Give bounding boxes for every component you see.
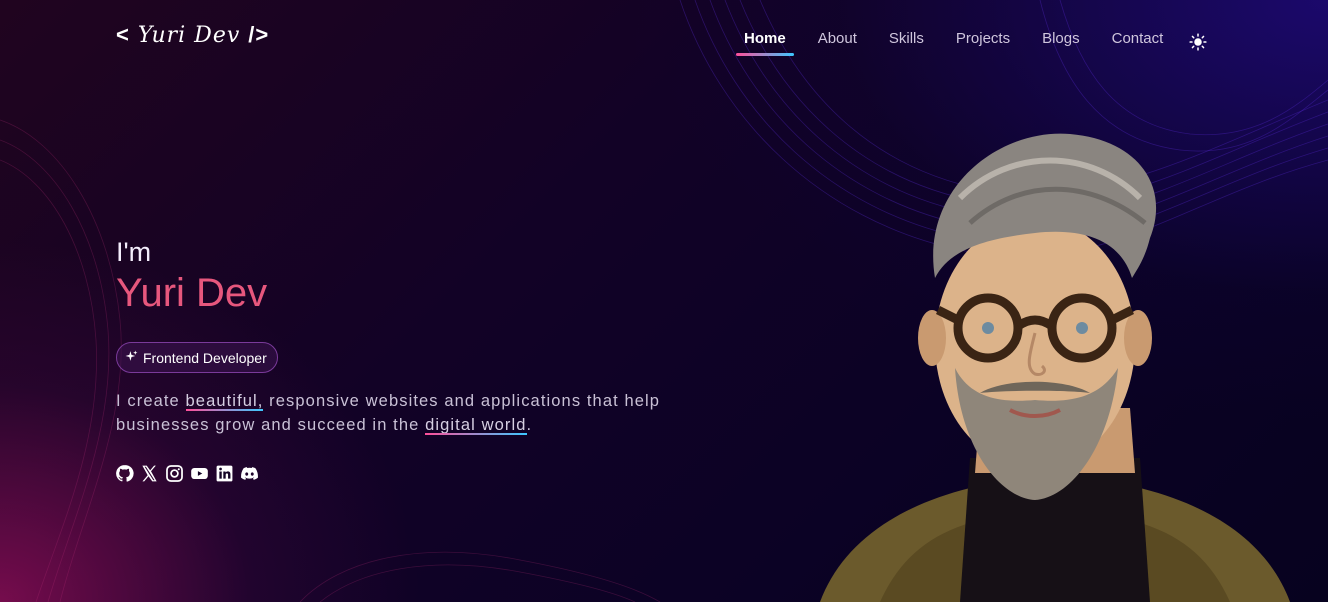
role-badge: Frontend Developer xyxy=(116,342,278,373)
description-highlight-digital-world: digital world xyxy=(425,416,527,434)
sun-icon[interactable] xyxy=(1189,32,1207,51)
youtube-icon[interactable] xyxy=(190,464,209,483)
nav-skills[interactable]: Skills xyxy=(881,28,932,55)
nav-about[interactable]: About xyxy=(810,28,865,55)
social-links xyxy=(115,464,259,483)
hero-name: Yuri Dev xyxy=(116,271,268,315)
github-icon[interactable] xyxy=(115,464,134,483)
nav-blogs[interactable]: Blogs xyxy=(1034,28,1088,55)
hero-description: I create beautiful, responsive websites … xyxy=(116,389,736,437)
logo-close-bracket: /> xyxy=(248,22,270,47)
instagram-icon[interactable] xyxy=(165,464,184,483)
hero-greeting: I'm xyxy=(116,237,152,267)
sparkle-icon xyxy=(125,350,138,366)
description-highlight-beautiful: beautiful, xyxy=(185,392,264,410)
description-text-1: I create xyxy=(116,392,186,410)
description-text-3: . xyxy=(526,416,533,434)
linkedin-icon[interactable] xyxy=(215,464,234,483)
nav-home[interactable]: Home xyxy=(736,28,794,56)
nav-contact[interactable]: Contact xyxy=(1104,28,1172,55)
avatar-portrait xyxy=(820,133,1290,602)
nav-projects[interactable]: Projects xyxy=(948,28,1018,55)
main-nav: Home About Skills Projects Blogs Contact xyxy=(736,28,1207,56)
logo-open-bracket: < xyxy=(116,22,130,47)
x-icon[interactable] xyxy=(140,464,159,483)
discord-icon[interactable] xyxy=(240,464,259,483)
site-logo[interactable]: < Yuri Dev /> xyxy=(116,22,269,48)
logo-text: Yuri Dev xyxy=(137,23,241,48)
role-badge-label: Frontend Developer xyxy=(143,349,267,366)
